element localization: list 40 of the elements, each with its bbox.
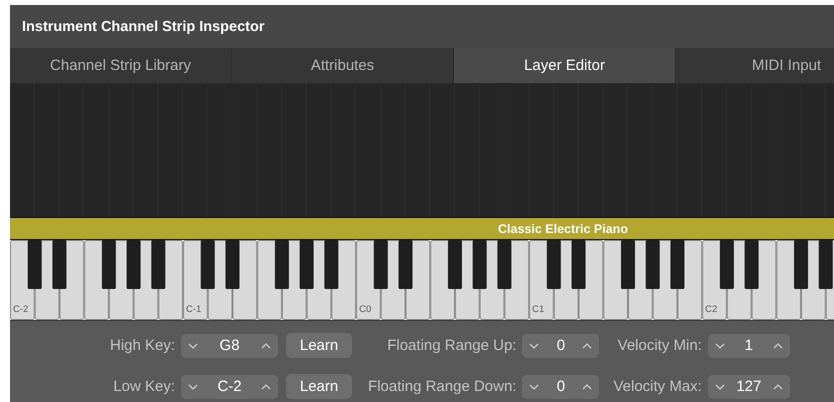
stepper-field[interactable]: 0 [522, 334, 600, 358]
key-label: C0 [359, 304, 372, 315]
chevron-up-icon[interactable] [582, 342, 592, 348]
stepper-field[interactable]: G8 [181, 334, 278, 358]
window-title: Instrument Channel Strip Inspector [22, 18, 264, 34]
chevron-down-icon[interactable] [714, 384, 725, 390]
stepper-value: 0 [556, 337, 566, 354]
chevron-up-icon[interactable] [261, 342, 272, 348]
stepper-value: 0 [556, 378, 566, 395]
learn-button[interactable]: Learn [286, 374, 352, 399]
chevron-down-icon[interactable] [188, 342, 198, 348]
chevron-up-icon[interactable] [582, 384, 592, 390]
key-label: C-2 [13, 304, 28, 315]
stepper-field[interactable]: 1 [708, 334, 790, 358]
field-label: Velocity Max: [612, 378, 703, 395]
field-label: Floating Range Up: [386, 337, 518, 354]
tab[interactable]: Layer Editor [454, 48, 676, 83]
chevron-down-icon[interactable] [188, 384, 198, 390]
field-label: Velocity Min: [616, 337, 703, 354]
field-label: Low Key: [112, 378, 176, 395]
stepper-value: 127 [736, 378, 762, 395]
piano-keyboard-drawing[interactable] [10, 240, 834, 320]
key-label: C-1 [186, 304, 202, 315]
stepper-field[interactable]: 0 [522, 374, 600, 398]
key-label: C2 [705, 304, 718, 315]
field-label: High Key: [110, 337, 176, 354]
field-label: Floating Range Down: [367, 378, 518, 395]
chevron-up-icon[interactable] [772, 384, 783, 390]
stepper-field[interactable]: C-2 [181, 374, 278, 398]
chevron-down-icon[interactable] [529, 384, 540, 390]
learn-button[interactable]: Learn [286, 333, 352, 358]
stepper-value: 1 [744, 337, 754, 354]
stepper-value: C-2 [217, 378, 242, 395]
key-label: C1 [532, 304, 544, 315]
stepper-field[interactable]: 127 [708, 374, 790, 398]
chevron-up-icon[interactable] [772, 342, 783, 348]
chevron-down-icon[interactable] [714, 342, 725, 348]
stepper-value: G8 [220, 337, 240, 354]
chevron-down-icon[interactable] [529, 342, 540, 348]
chevron-up-icon[interactable] [261, 384, 272, 390]
